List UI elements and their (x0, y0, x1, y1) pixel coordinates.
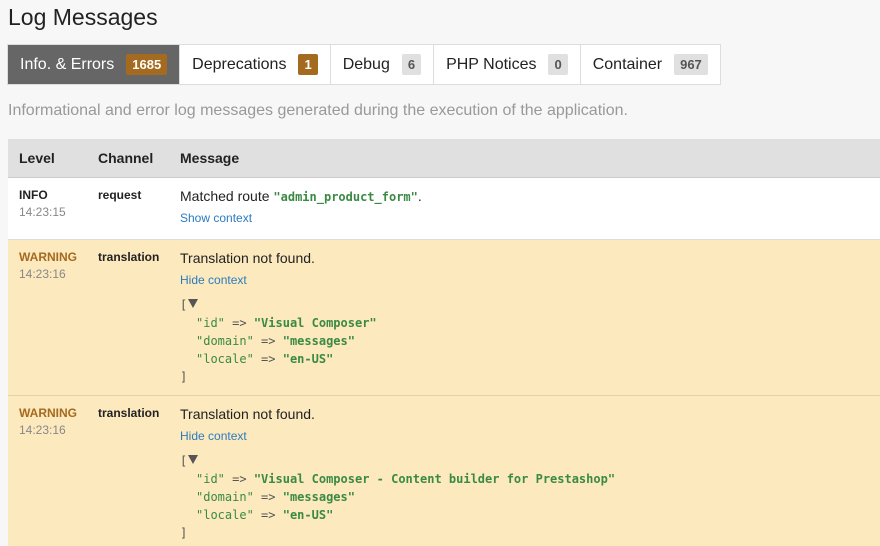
table-row: WARNING 14:23:16 translation Translation… (8, 395, 880, 546)
context-arrow: => (261, 507, 276, 522)
page-title: Log Messages (8, 4, 158, 30)
message-text: Matched route (180, 187, 274, 204)
log-table: Level Channel Message INFO 14:23:15 requ… (8, 139, 880, 546)
context-line: "domain" => "messages" (180, 488, 880, 506)
message-cell: Matched route "admin_product_form". Show… (169, 177, 880, 239)
bracket-open: [ (180, 453, 188, 468)
context-value: "en-US" (282, 351, 334, 366)
tab-label: Deprecations (192, 55, 287, 73)
context-line: "id" => "Visual Composer - Content build… (180, 470, 880, 488)
context-key: "domain" (196, 333, 254, 348)
tab-php-notices[interactable]: PHP Notices 0 (434, 45, 581, 84)
tab-label: PHP Notices (446, 55, 537, 73)
context-value: "messages" (282, 333, 355, 348)
tab-label: Container (592, 55, 663, 73)
hide-context-link[interactable]: Hide context (180, 273, 880, 287)
context-dump: [ "id" => "Visual Composer" "domain" => … (180, 296, 880, 386)
context-arrow: => (232, 315, 247, 330)
context-value: "en-US" (282, 507, 334, 522)
tab-description: Informational and error log messages gen… (8, 102, 628, 119)
count-badge: 0 (548, 54, 568, 75)
header-message: Message (169, 139, 880, 178)
tab-label: Debug (342, 55, 390, 73)
timestamp: 14:23:16 (19, 266, 66, 281)
message-cell: Translation not found. Hide context [ "i… (169, 239, 880, 395)
show-context-link[interactable]: Show context (180, 211, 880, 225)
message-text: Translation not found. (180, 249, 315, 266)
tab-debug[interactable]: Debug 6 (330, 45, 435, 84)
message-text: Translation not found. (180, 405, 315, 422)
bracket-close: ] (180, 369, 188, 384)
timestamp: 14:23:16 (19, 422, 66, 437)
context-key: "locale" (196, 351, 254, 366)
route-name: "admin_product_form" (273, 189, 418, 204)
level-label: WARNING (19, 405, 77, 420)
level-cell: WARNING 14:23:16 (8, 395, 87, 546)
context-key: "domain" (196, 489, 254, 504)
collapse-toggle-icon[interactable] (188, 298, 199, 308)
context-value: "messages" (282, 489, 355, 504)
hide-context-link[interactable]: Hide context (180, 429, 880, 443)
context-key: "id" (196, 315, 225, 330)
context-key: "id" (196, 471, 225, 486)
context-value: "Visual Composer - Content builder for P… (253, 471, 616, 486)
context-arrow: => (261, 333, 276, 348)
count-badge: 1 (298, 54, 318, 75)
context-line: "locale" => "en-US" (180, 350, 880, 368)
level-label: WARNING (19, 249, 77, 264)
header-level: Level (8, 139, 87, 178)
context-line: "id" => "Visual Composer" (180, 314, 880, 332)
level-cell: WARNING 14:23:16 (8, 239, 87, 395)
tab-info-errors[interactable]: Info. & Errors 1685 (8, 45, 181, 84)
log-tabs: Info. & Errors 1685 Deprecations 1 Debug… (7, 44, 721, 85)
context-value: "Visual Composer" (253, 315, 377, 330)
level-cell: INFO 14:23:15 (8, 177, 87, 239)
context-arrow: => (261, 351, 276, 366)
context-line: "locale" => "en-US" (180, 506, 880, 524)
level-label: INFO (19, 187, 48, 202)
context-arrow: => (261, 489, 276, 504)
context-dump: [ "id" => "Visual Composer - Content bui… (180, 452, 880, 542)
table-header-row: Level Channel Message (8, 139, 880, 178)
bracket-open: [ (180, 297, 188, 312)
context-arrow: => (232, 471, 247, 486)
bracket-close: ] (180, 525, 188, 540)
tab-container[interactable]: Container 967 (580, 45, 720, 84)
tab-label: Info. & Errors (20, 55, 115, 73)
channel-cell: translation (87, 239, 169, 395)
context-key: "locale" (196, 507, 254, 522)
channel-cell: request (87, 177, 169, 239)
table-row: WARNING 14:23:16 translation Translation… (8, 239, 880, 395)
context-line: "domain" => "messages" (180, 332, 880, 350)
timestamp: 14:23:15 (19, 204, 66, 219)
header-channel: Channel (87, 139, 169, 178)
collapse-toggle-icon[interactable] (188, 454, 199, 464)
message-suffix: . (417, 187, 422, 204)
count-badge: 1685 (126, 54, 168, 75)
count-badge: 6 (401, 54, 422, 75)
table-row: INFO 14:23:15 request Matched route "adm… (8, 177, 880, 239)
message-cell: Translation not found. Hide context [ "i… (169, 395, 880, 546)
count-badge: 967 (674, 54, 708, 75)
channel-cell: translation (87, 395, 169, 546)
tab-deprecations[interactable]: Deprecations 1 (180, 45, 331, 84)
